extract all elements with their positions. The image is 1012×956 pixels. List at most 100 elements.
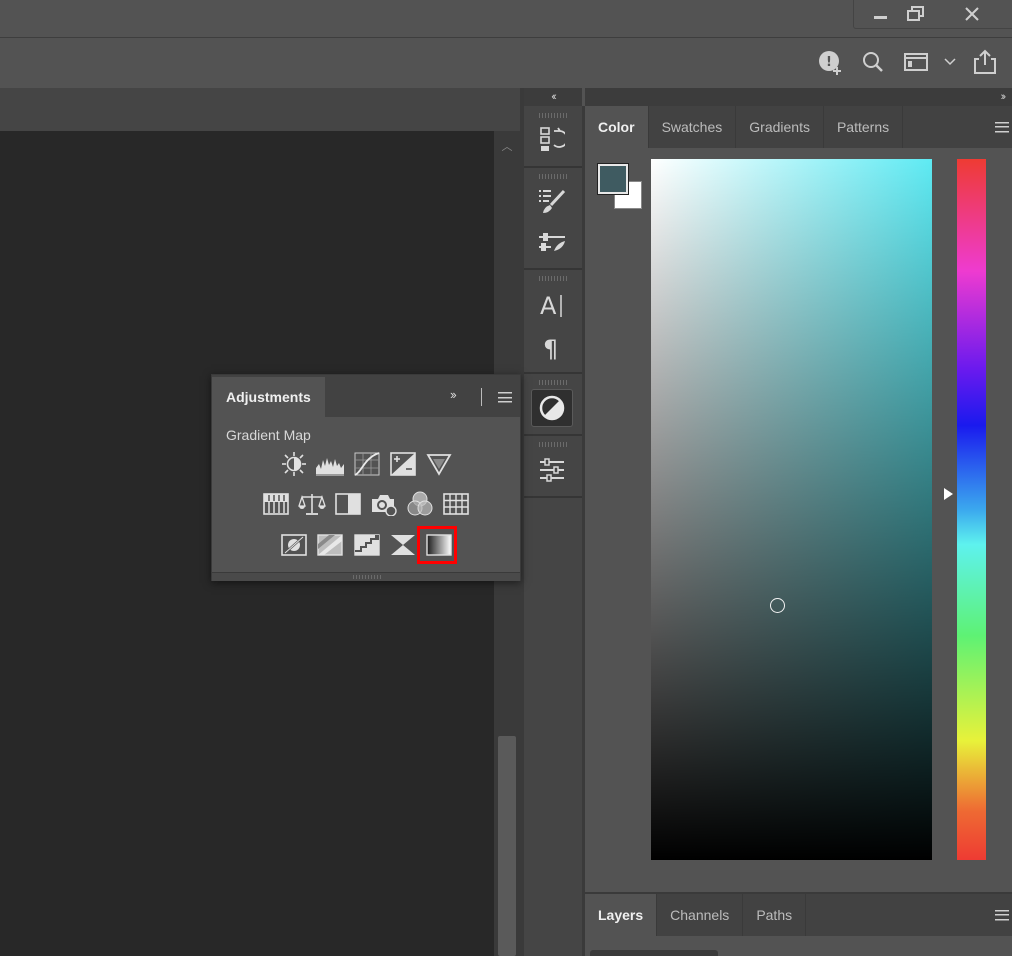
threshold-button[interactable] — [352, 530, 382, 560]
hover-label: Gradient Map — [226, 427, 311, 443]
tab-paths[interactable]: Paths — [743, 894, 807, 936]
strip-separator — [524, 372, 582, 374]
search-icon — [863, 52, 883, 72]
adjustments-button[interactable] — [531, 389, 573, 427]
collapse-dock-left[interactable]: ‹‹ — [524, 88, 582, 106]
document-tab-strip — [0, 88, 520, 131]
expand-panel-button[interactable]: ›› — [450, 387, 457, 402]
invert-icon — [281, 534, 307, 556]
photo-filter-button[interactable] — [369, 489, 399, 519]
tab-patterns[interactable]: Patterns — [824, 106, 904, 148]
posterize-icon — [317, 534, 343, 556]
color-panel-tabs: Color Swatches Gradients Patterns — [585, 106, 1012, 148]
invert-button[interactable] — [279, 530, 309, 560]
selective-color-button[interactable] — [388, 530, 418, 560]
color-balance-button[interactable] — [297, 489, 327, 519]
vibrance-icon — [426, 454, 452, 476]
brightness-contrast-icon — [282, 452, 306, 476]
grip-lines — [353, 575, 381, 579]
posterize-button[interactable] — [315, 530, 345, 560]
layers-panel: Layers Channels Paths — [585, 894, 1012, 956]
foreground-color-swatch[interactable] — [597, 163, 629, 195]
workspace-icon — [904, 53, 928, 71]
strip-grip[interactable] — [539, 174, 567, 179]
strip-separator — [524, 166, 582, 168]
photo-filter-icon — [372, 495, 397, 516]
character-button[interactable]: A — [530, 286, 574, 324]
tab-channels[interactable]: Channels — [657, 894, 744, 936]
adjustments-tab[interactable]: Adjustments — [212, 377, 325, 417]
strip-separator — [524, 268, 582, 270]
learn-add-icon: ! — [819, 51, 841, 75]
brushes-icon — [539, 233, 565, 251]
brushes-button[interactable] — [530, 224, 574, 262]
color-field[interactable] — [651, 159, 932, 860]
collapse-left-icon: ‹‹ — [551, 91, 557, 103]
learn-button[interactable]: ! — [817, 48, 845, 76]
color-lookup-icon — [443, 493, 469, 515]
properties-icon — [540, 458, 564, 482]
panel-menu-icon — [995, 909, 1009, 921]
close-button[interactable] — [944, 0, 1000, 28]
history-button[interactable] — [530, 120, 574, 158]
workspace-dropdown[interactable] — [938, 48, 962, 76]
color-panel-menu[interactable] — [995, 106, 1012, 148]
color-lookup-button[interactable] — [441, 489, 471, 519]
exposure-icon — [390, 452, 416, 476]
color-balance-icon — [298, 494, 326, 515]
paragraph-button[interactable]: ¶ — [530, 328, 574, 366]
hue-saturation-icon — [263, 493, 289, 515]
gradient-map-highlight — [417, 526, 457, 564]
exposure-button[interactable] — [388, 449, 418, 479]
vibrance-button[interactable] — [424, 449, 454, 479]
brightness-contrast-button[interactable] — [279, 449, 309, 479]
scroll-up-icon[interactable]: ︿ — [498, 137, 516, 155]
header-divider — [481, 388, 482, 406]
brush-settings-icon — [539, 189, 566, 213]
share-icon — [974, 49, 996, 74]
strip-grip[interactable] — [539, 276, 567, 281]
tab-color[interactable]: Color — [585, 106, 649, 148]
hue-slider[interactable] — [957, 159, 986, 860]
chevron-down-icon — [944, 58, 956, 66]
strip-grip[interactable] — [539, 380, 567, 385]
adjustments-icon — [539, 395, 565, 421]
expand-right-icon: ›› — [1000, 91, 1007, 103]
history-icon — [540, 127, 565, 151]
layer-filter-field[interactable] — [590, 950, 718, 956]
strip-separator — [524, 496, 582, 498]
tab-layers[interactable]: Layers — [585, 894, 658, 936]
restore-button[interactable] — [888, 0, 944, 28]
search-button[interactable] — [859, 48, 887, 76]
properties-button[interactable] — [530, 451, 574, 489]
restore-icon — [907, 6, 924, 21]
strip-grip[interactable] — [539, 113, 567, 118]
brush-settings-button[interactable] — [530, 182, 574, 220]
collapse-dock-right[interactable]: ›› — [585, 88, 1012, 106]
channel-mixer-icon — [407, 491, 433, 516]
paragraph-icon: ¶ — [543, 335, 558, 361]
workspace-button[interactable] — [902, 48, 930, 76]
curves-button[interactable] — [352, 449, 382, 479]
channel-mixer-button[interactable] — [405, 489, 435, 519]
adjustments-panel: Adjustments ›› Gradient Map — [211, 374, 521, 581]
adjustments-resize-grip[interactable] — [212, 572, 520, 581]
minimize-icon — [874, 16, 887, 19]
hue-slider-marker[interactable] — [944, 488, 953, 500]
strip-grip[interactable] — [539, 442, 567, 447]
svg-text:!: ! — [826, 55, 832, 70]
scrollbar-thumb[interactable] — [498, 736, 516, 956]
strip-separator — [524, 434, 582, 436]
curves-icon — [354, 452, 380, 476]
share-button[interactable] — [971, 48, 999, 76]
tab-gradients[interactable]: Gradients — [736, 106, 824, 148]
color-picker-cursor[interactable] — [770, 598, 785, 613]
layers-panel-menu[interactable] — [995, 894, 1012, 936]
adjustments-menu[interactable] — [498, 392, 512, 403]
tab-swatches[interactable]: Swatches — [649, 106, 737, 148]
threshold-icon — [354, 534, 380, 556]
levels-button[interactable] — [315, 449, 345, 479]
black-white-button[interactable] — [333, 489, 363, 519]
hue-saturation-button[interactable] — [261, 489, 291, 519]
character-icon: A — [540, 292, 562, 319]
